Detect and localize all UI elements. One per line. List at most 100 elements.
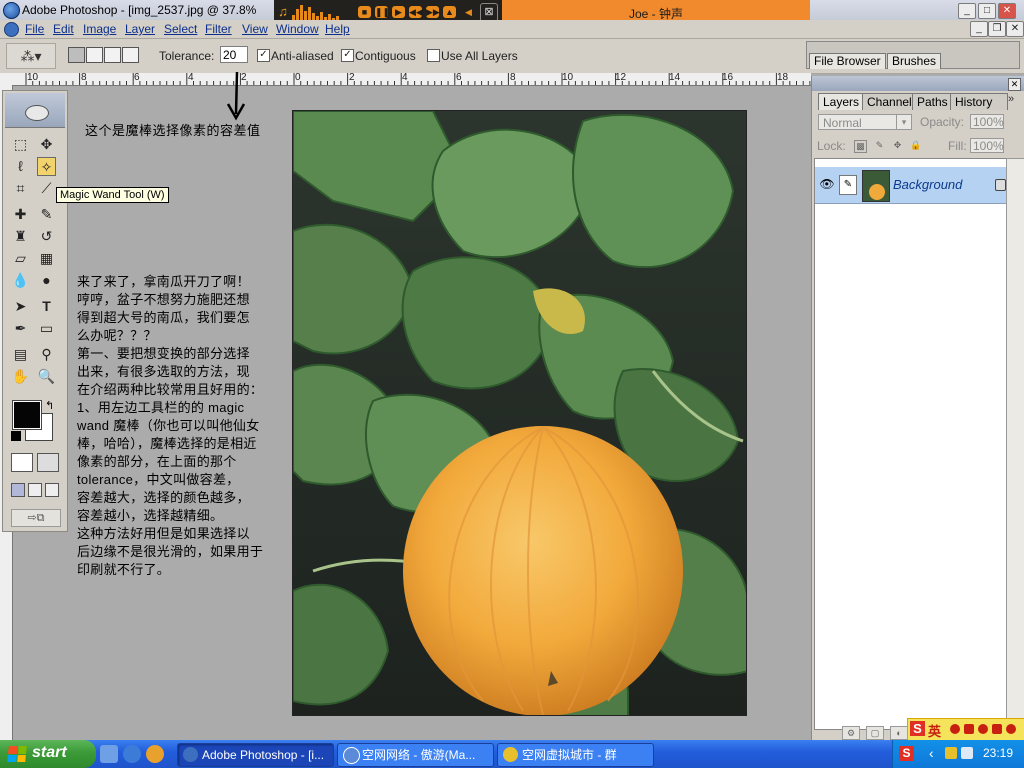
menu-help[interactable]: Help (325, 22, 350, 36)
new-selection-icon[interactable] (68, 47, 85, 63)
anti-aliased-checkbox[interactable]: ✓ (257, 49, 270, 62)
palette-title-bar[interactable]: ✕ (812, 76, 1024, 91)
layers-scrollbar[interactable] (1006, 158, 1024, 730)
healing-tool-icon[interactable]: ✚ (11, 205, 30, 224)
jump-to-imageready-button[interactable]: ⇨⧉ (11, 509, 61, 527)
sogou-ime-icon[interactable]: S (910, 721, 925, 736)
document-icon[interactable] (4, 22, 19, 37)
eraser-tool-icon[interactable]: ▱ (11, 249, 30, 268)
hand-tool-icon[interactable]: ✋ (11, 367, 30, 386)
palette-menu-button[interactable]: » (1008, 93, 1014, 105)
show-hidden-icons-button[interactable]: ‹ (929, 745, 934, 761)
menu-filter[interactable]: Filter (205, 22, 232, 36)
volume-icon[interactable]: ◀ (462, 6, 475, 18)
toolbox-header[interactable] (5, 93, 65, 128)
eject-button[interactable]: ▲ (443, 6, 456, 18)
lock-position-icon[interactable]: ✥ (892, 140, 903, 151)
task-maxthon[interactable]: 空网网络 - 傲游(Ma... (337, 743, 494, 767)
slice-tool-icon[interactable]: ⟋ (37, 179, 56, 198)
layer-visibility-eye-icon[interactable]: 👁 (819, 177, 835, 191)
menu-file[interactable]: File (25, 22, 44, 36)
close-button[interactable]: ✕ (998, 3, 1016, 19)
tool-preset-picker[interactable]: ⁂▾ (6, 43, 56, 69)
tolerance-input[interactable] (220, 46, 248, 63)
next-button[interactable]: ▶▶ (426, 6, 440, 18)
photoshop-app-icon[interactable] (3, 2, 20, 19)
default-colors-icon[interactable] (11, 431, 21, 441)
blend-mode-select[interactable]: Normal ▾ (818, 114, 912, 130)
pen-tool-icon[interactable]: ✒ (11, 319, 30, 338)
ime-language-toggle[interactable]: 英 (928, 721, 941, 740)
task-photoshop[interactable]: Adobe Photoshop - [i... (177, 743, 334, 767)
gradient-tool-icon[interactable]: ▦ (37, 249, 56, 268)
magic-wand-tool-icon[interactable]: ✧ (37, 157, 56, 176)
doc-close-button[interactable]: ✕ (1006, 21, 1024, 37)
layer-row-background[interactable]: 👁 ✎ Background (815, 167, 1007, 204)
menu-edit[interactable]: Edit (53, 22, 74, 36)
full-screen-menu-button[interactable] (28, 483, 42, 497)
tray-qq-icon[interactable] (945, 747, 957, 759)
lock-transparency-icon[interactable]: ▩ (854, 140, 867, 153)
pause-button[interactable]: ❚❚ (375, 6, 390, 18)
dodge-tool-icon[interactable]: ● (37, 271, 56, 290)
blur-tool-icon[interactable]: 💧 (11, 271, 30, 290)
notes-tool-icon[interactable]: ▤ (11, 345, 30, 364)
adobe-online-icon[interactable] (25, 105, 49, 121)
quick-launch-ie-icon[interactable] (123, 745, 141, 763)
foreground-color-swatch[interactable] (12, 400, 42, 430)
use-all-layers-checkbox[interactable] (427, 49, 440, 62)
ime-tool-icons[interactable] (950, 724, 1020, 735)
type-tool-icon[interactable]: T (37, 297, 56, 316)
layer-mask-button[interactable]: ▢ (866, 726, 884, 740)
standard-mode-button[interactable] (11, 453, 33, 472)
minimize-button[interactable]: _ (958, 3, 976, 19)
standard-screen-button[interactable] (11, 483, 25, 497)
palette-close-button[interactable]: ✕ (1008, 78, 1021, 91)
brush-tool-icon[interactable]: ✎ (37, 205, 56, 224)
menu-window[interactable]: Window (276, 22, 319, 36)
doc-restore-button[interactable]: ❐ (988, 21, 1006, 37)
shape-tool-icon[interactable]: ▭ (37, 319, 56, 338)
path-select-tool-icon[interactable]: ➤ (11, 297, 30, 316)
menu-layer[interactable]: Layer (125, 22, 155, 36)
menu-view[interactable]: View (242, 22, 268, 36)
opacity-input[interactable]: 100% (970, 114, 1004, 129)
zoom-tool-icon[interactable]: 🔍 (37, 367, 56, 386)
clone-stamp-tool-icon[interactable]: ♜ (11, 227, 30, 246)
marquee-tool-icon[interactable]: ⬚ (11, 135, 30, 154)
stop-button[interactable]: ■ (358, 6, 371, 18)
layer-style-button[interactable]: ⚙ (842, 726, 860, 740)
crop-tool-icon[interactable]: ⌗ (11, 179, 30, 198)
start-button[interactable]: start (0, 740, 96, 768)
tab-brushes[interactable]: Brushes (887, 53, 942, 69)
ime-toolbar[interactable]: S 英 (907, 718, 1024, 741)
history-brush-tool-icon[interactable]: ↺ (37, 227, 56, 246)
lock-image-icon[interactable]: ✎ (874, 140, 885, 151)
eyedropper-tool-icon[interactable]: ⚲ (37, 345, 56, 364)
sogou-tray-icon[interactable]: S (899, 746, 914, 761)
adjustment-layer-button[interactable]: ◐ (890, 726, 908, 740)
previous-button[interactable]: ◀◀ (409, 6, 423, 18)
intersect-selection-icon[interactable] (122, 47, 139, 63)
fill-input[interactable]: 100% (970, 138, 1004, 153)
move-tool-icon[interactable]: ✥ (37, 135, 56, 154)
menu-image[interactable]: Image (83, 22, 116, 36)
doc-minimize-button[interactable]: _ (970, 21, 988, 37)
subtract-from-selection-icon[interactable] (104, 47, 121, 63)
menu-select[interactable]: Select (164, 22, 197, 36)
swap-colors-icon[interactable]: ↰ (45, 399, 54, 412)
tab-history[interactable]: History (950, 93, 1008, 110)
layer-brush-icon[interactable]: ✎ (839, 175, 857, 195)
tray-volume-icon[interactable] (961, 747, 973, 759)
quick-mask-button[interactable] (37, 453, 59, 472)
add-to-selection-icon[interactable] (86, 47, 103, 63)
maximize-button[interactable]: □ (978, 3, 996, 19)
tab-file-browser[interactable]: File Browser (809, 53, 886, 69)
document-canvas[interactable] (292, 110, 747, 716)
quick-launch-desktop-icon[interactable] (100, 745, 118, 763)
lock-all-icon[interactable]: 🔒 (910, 140, 921, 151)
full-screen-button[interactable] (45, 483, 59, 497)
quick-launch-app-icon[interactable] (146, 745, 164, 763)
task-qq-group[interactable]: 空网虚拟城市 - 群 (497, 743, 654, 767)
play-button[interactable]: ▶ (392, 6, 405, 18)
